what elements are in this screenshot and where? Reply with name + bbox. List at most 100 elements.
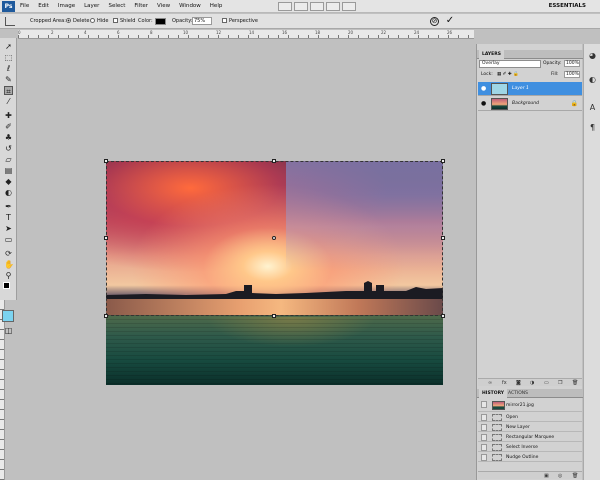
clone-stamp-tool-icon[interactable]: ♣ xyxy=(4,133,13,142)
shape-tool-icon[interactable]: ▭ xyxy=(4,235,13,244)
marquee-tool-icon[interactable]: ⬚ xyxy=(4,53,13,62)
blend-mode-select[interactable]: Overlay xyxy=(479,60,541,68)
crop-handle-bottom-right[interactable] xyxy=(441,314,445,318)
delete-layer-icon[interactable]: 🗑 xyxy=(572,379,578,387)
crop-handle-top-left[interactable] xyxy=(104,159,108,163)
move-tool-icon[interactable]: ➚ xyxy=(4,42,13,51)
paragraph-panel-icon[interactable]: ¶ xyxy=(587,122,598,133)
cancel-crop-button[interactable]: ⊘ xyxy=(430,17,439,26)
background-color-swatch[interactable] xyxy=(2,310,14,322)
history-brush-source-slot[interactable] xyxy=(481,414,487,421)
new-layer-icon[interactable]: ❐ xyxy=(558,379,562,387)
tab-history[interactable]: HISTORY xyxy=(479,389,508,398)
shield-check-box[interactable] xyxy=(113,18,118,23)
launch-bridge-icon[interactable] xyxy=(278,2,292,11)
menu-window[interactable]: Window xyxy=(179,0,201,13)
blur-tool-icon[interactable]: ◆ xyxy=(4,177,13,186)
crop-center-point[interactable] xyxy=(272,236,276,240)
history-brush-tool-icon[interactable]: ↺ xyxy=(4,144,13,153)
layer-row-background[interactable]: ● Background 🔒 xyxy=(478,97,582,111)
history-brush-source-slot[interactable] xyxy=(481,424,487,431)
menu-view[interactable]: View xyxy=(157,0,170,13)
character-panel-icon[interactable]: A xyxy=(587,102,598,113)
perspective-checkbox[interactable]: Perspective xyxy=(222,14,258,29)
history-item-nudge-outline[interactable]: Nudge Outline xyxy=(478,453,582,462)
crop-handle-bottom[interactable] xyxy=(272,314,276,318)
delete-radio-dot[interactable] xyxy=(66,18,71,23)
gradient-tool-icon[interactable]: ▤ xyxy=(4,166,13,175)
menu-layer[interactable]: Layer xyxy=(84,0,99,13)
path-selection-tool-icon[interactable]: ➤ xyxy=(4,224,13,233)
visibility-eye-icon[interactable]: ● xyxy=(481,101,487,107)
crop-handle-right[interactable] xyxy=(441,236,445,240)
crop-tool-icon[interactable]: ⌗ xyxy=(4,86,13,96)
document-canvas[interactable] xyxy=(18,40,474,480)
new-document-icon[interactable]: ▣ xyxy=(544,472,549,480)
perspective-check-box[interactable] xyxy=(222,18,227,23)
history-brush-source-slot[interactable] xyxy=(481,444,487,451)
layer-opacity-field[interactable]: 100% xyxy=(564,60,580,67)
quick-selection-tool-icon[interactable]: ✎ xyxy=(4,75,13,84)
shield-checkbox[interactable]: Shield xyxy=(113,14,135,29)
menu-image[interactable]: Image xyxy=(58,0,75,13)
zoom-tool-icon[interactable]: ⚲ xyxy=(4,271,13,280)
hide-radio[interactable]: Hide xyxy=(90,14,108,29)
dodge-tool-icon[interactable]: ◐ xyxy=(4,188,13,197)
menu-file[interactable]: File xyxy=(20,0,29,13)
history-brush-source-slot[interactable] xyxy=(481,434,487,441)
crop-handle-left[interactable] xyxy=(104,236,108,240)
layer-mask-icon[interactable]: ◙ xyxy=(516,379,521,387)
delete-radio[interactable]: Delete xyxy=(66,14,89,29)
view-extras-icon[interactable] xyxy=(294,2,308,11)
hide-radio-dot[interactable] xyxy=(90,18,95,23)
fill-field[interactable]: 100% xyxy=(564,71,580,78)
lock-icons[interactable]: ▦ ✐ ✚ 🔒 xyxy=(497,71,519,79)
crop-handle-top[interactable] xyxy=(272,159,276,163)
tab-layers[interactable]: LAYERS xyxy=(479,50,504,59)
foreground-color-swatch[interactable] xyxy=(3,282,10,289)
eraser-tool-icon[interactable]: ▱ xyxy=(4,155,13,164)
link-layers-icon[interactable]: ∞ xyxy=(488,379,492,387)
3d-rotate-tool-icon[interactable]: ⟳ xyxy=(4,249,13,258)
shield-color-swatch[interactable] xyxy=(155,18,166,25)
screen-mode-icon[interactable] xyxy=(342,2,356,11)
crop-marquee[interactable] xyxy=(104,159,445,318)
menu-filter[interactable]: Filter xyxy=(134,0,148,13)
crop-handle-bottom-left[interactable] xyxy=(104,314,108,318)
quick-mask-icon[interactable]: ◫ xyxy=(4,326,13,335)
history-snapshot[interactable]: mirror21.jpg xyxy=(478,400,582,412)
visibility-eye-icon[interactable]: ● xyxy=(481,86,487,92)
eyedropper-tool-icon[interactable]: ⁄ xyxy=(4,97,13,106)
commit-crop-button[interactable]: ✓ xyxy=(445,15,455,27)
delete-state-icon[interactable]: 🗑 xyxy=(572,472,578,480)
history-item-rectangular-marquee[interactable]: Rectangular Marquee xyxy=(478,433,582,442)
adjustment-layer-icon[interactable]: ◑ xyxy=(530,379,534,387)
hand-tool-icon[interactable]: ✋ xyxy=(4,260,14,269)
history-brush-source-slot[interactable] xyxy=(481,454,487,461)
layer-style-icon[interactable]: fx xyxy=(502,379,507,387)
history-item-select-inverse[interactable]: Select Inverse xyxy=(478,443,582,452)
adjustments-panel-icon[interactable]: ◐ xyxy=(587,74,598,85)
spot-healing-tool-icon[interactable]: ✚ xyxy=(4,111,13,120)
workspace-switcher[interactable]: ESSENTIALS xyxy=(549,0,586,13)
tab-actions[interactable]: ACTIONS xyxy=(505,389,531,398)
history-item-open[interactable]: Open xyxy=(478,413,582,422)
pen-tool-icon[interactable]: ✒ xyxy=(4,202,13,211)
zoom-level-icon[interactable] xyxy=(310,2,324,11)
shield-opacity-field[interactable]: 75% xyxy=(192,17,212,25)
layer-row-layer-1[interactable]: ● Layer 1 xyxy=(478,82,582,96)
type-tool-icon[interactable]: T xyxy=(4,213,13,222)
lasso-tool-icon[interactable]: ℓ xyxy=(4,64,13,73)
menu-select[interactable]: Select xyxy=(108,0,125,13)
history-brush-source-slot[interactable] xyxy=(481,401,487,408)
new-snapshot-icon[interactable]: ◎ xyxy=(558,472,562,480)
crop-tool-icon[interactable] xyxy=(5,17,15,26)
color-panel-icon[interactable]: ◕ xyxy=(587,50,598,61)
history-item-new-layer[interactable]: New Layer xyxy=(478,423,582,432)
menu-edit[interactable]: Edit xyxy=(38,0,49,13)
new-group-icon[interactable]: ▭ xyxy=(544,379,549,387)
brush-tool-icon[interactable]: ✐ xyxy=(4,122,13,131)
crop-handle-top-right[interactable] xyxy=(441,159,445,163)
menu-help[interactable]: Help xyxy=(210,0,223,13)
arrange-documents-icon[interactable] xyxy=(326,2,340,11)
